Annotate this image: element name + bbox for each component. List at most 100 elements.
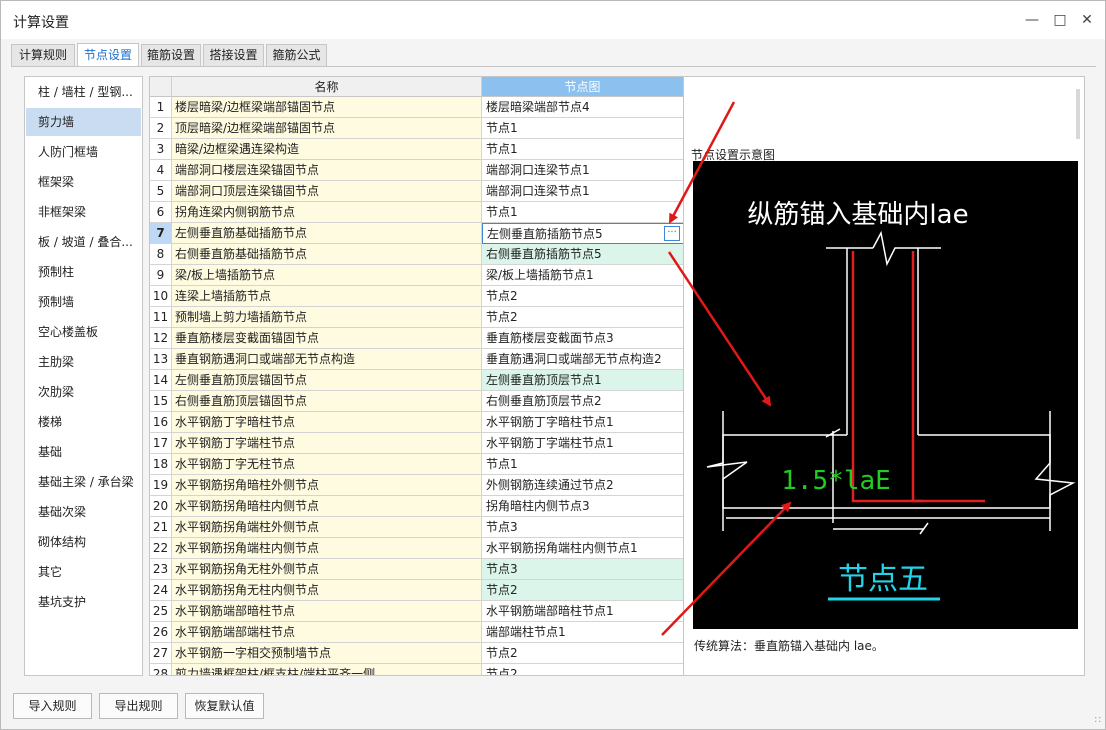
- table-row[interactable]: 8 右侧垂直筋基础插筋节点 右侧垂直筋插筋节点5: [150, 244, 683, 265]
- table-row[interactable]: 22 水平钢筋拐角端柱内侧节点 水平钢筋拐角端柱内侧节点1: [150, 538, 683, 559]
- row-node-cell[interactable]: 节点1: [482, 118, 683, 139]
- row-node-cell[interactable]: 外侧钢筋连续通过节点2: [482, 475, 683, 496]
- sidebar-item[interactable]: 框架梁: [26, 168, 141, 196]
- table-row[interactable]: 21 水平钢筋拐角端柱外侧节点 节点3: [150, 517, 683, 538]
- sidebar-item[interactable]: 非框架梁: [26, 198, 141, 226]
- sidebar-item[interactable]: 主肋梁: [26, 348, 141, 376]
- row-name-cell: 连梁上墙插筋节点: [172, 286, 482, 307]
- row-node-cell[interactable]: 节点2: [482, 664, 683, 675]
- export-rules-button[interactable]: 导出规则: [99, 693, 178, 719]
- table-row[interactable]: 10 连梁上墙插筋节点 节点2: [150, 286, 683, 307]
- table-row[interactable]: 15 右侧垂直筋顶层锚固节点 右侧垂直筋顶层节点2: [150, 391, 683, 412]
- table-row[interactable]: 25 水平钢筋端部暗柱节点 水平钢筋端部暗柱节点1: [150, 601, 683, 622]
- row-node-cell[interactable]: 拐角暗柱内侧节点3: [482, 496, 683, 517]
- table-row[interactable]: 9 梁/板上墙插筋节点 梁/板上墙插筋节点1: [150, 265, 683, 286]
- row-index: 20: [150, 496, 172, 517]
- row-node-cell[interactable]: 垂直筋遇洞口或端部无节点构造2: [482, 349, 683, 370]
- table-row[interactable]: 7 左侧垂直筋基础插筋节点 左侧垂直筋插筋节点5 ···: [150, 223, 683, 244]
- row-node-cell[interactable]: 节点1: [482, 139, 683, 160]
- row-node-cell[interactable]: 端部端柱节点1: [482, 622, 683, 643]
- minimize-icon[interactable]: —: [1021, 9, 1043, 31]
- sidebar-item[interactable]: 楼梯: [26, 408, 141, 436]
- row-index: 1: [150, 97, 172, 118]
- row-node-cell[interactable]: 楼层暗梁端部节点4: [482, 97, 683, 118]
- resize-grip-icon[interactable]: ∷: [1095, 715, 1101, 726]
- table-row[interactable]: 4 端部洞口楼层连梁锚固节点 端部洞口连梁节点1: [150, 160, 683, 181]
- row-node-cell[interactable]: 节点3: [482, 559, 683, 580]
- row-node-cell[interactable]: 端部洞口连梁节点1: [482, 160, 683, 181]
- table-row[interactable]: 26 水平钢筋端部端柱节点 端部端柱节点1: [150, 622, 683, 643]
- table-row[interactable]: 6 拐角连梁内侧钢筋节点 节点1: [150, 202, 683, 223]
- table-row[interactable]: 12 垂直筋楼层变截面锚固节点 垂直筋楼层变截面节点3: [150, 328, 683, 349]
- sidebar-item[interactable]: 基础次梁: [26, 498, 141, 526]
- row-node-cell[interactable]: 节点1: [482, 202, 683, 223]
- table-row[interactable]: 17 水平钢筋丁字端柱节点 水平钢筋丁字端柱节点1: [150, 433, 683, 454]
- row-name-cell: 水平钢筋拐角暗柱内侧节点: [172, 496, 482, 517]
- sidebar-item[interactable]: 预制柱: [26, 258, 141, 286]
- table-row[interactable]: 13 垂直钢筋遇洞口或端部无节点构造 垂直筋遇洞口或端部无节点构造2: [150, 349, 683, 370]
- close-icon[interactable]: ✕: [1076, 9, 1098, 31]
- preview-scrollbar[interactable]: [1076, 89, 1080, 139]
- tab-node-settings[interactable]: 节点设置: [77, 43, 139, 67]
- sidebar-item[interactable]: 基础: [26, 438, 141, 466]
- sidebar-item[interactable]: 基础主梁 / 承台梁: [26, 468, 141, 496]
- row-node-cell[interactable]: 右侧垂直筋插筋节点5: [482, 244, 683, 265]
- table-row[interactable]: 3 暗梁/边框梁遇连梁构造 节点1: [150, 139, 683, 160]
- table-row[interactable]: 18 水平钢筋丁字无柱节点 节点1: [150, 454, 683, 475]
- sidebar-item[interactable]: 人防门框墙: [26, 138, 141, 166]
- row-index: 25: [150, 601, 172, 622]
- table-row[interactable]: 5 端部洞口顶层连梁锚固节点 端部洞口连梁节点1: [150, 181, 683, 202]
- table-row[interactable]: 28 剪力墙遇框架柱/框支柱/端柱平齐一侧 节点2: [150, 664, 683, 675]
- tab-stirrup-formula[interactable]: 箍筋公式: [266, 44, 327, 66]
- sidebar-item[interactable]: 预制墙: [26, 288, 141, 316]
- sidebar-item[interactable]: 剪力墙: [26, 108, 141, 136]
- tab-stirrup-settings[interactable]: 箍筋设置: [141, 44, 201, 66]
- table-row[interactable]: 11 预制墙上剪力墙插筋节点 节点2: [150, 307, 683, 328]
- row-node-cell[interactable]: 垂直筋楼层变截面节点3: [482, 328, 683, 349]
- table-row[interactable]: 27 水平钢筋一字相交预制墙节点 节点2: [150, 643, 683, 664]
- tab-lap-settings[interactable]: 搭接设置: [203, 44, 264, 66]
- row-node-cell[interactable]: 节点2: [482, 580, 683, 601]
- import-rules-button[interactable]: 导入规则: [13, 693, 92, 719]
- table-row[interactable]: 14 左侧垂直筋顶层锚固节点 左侧垂直筋顶层节点1: [150, 370, 683, 391]
- table-row[interactable]: 20 水平钢筋拐角暗柱内侧节点 拐角暗柱内侧节点3: [150, 496, 683, 517]
- row-index: 21: [150, 517, 172, 538]
- row-node-cell[interactable]: 水平钢筋端部暗柱节点1: [482, 601, 683, 622]
- row-node-cell[interactable]: 节点1: [482, 454, 683, 475]
- sidebar-item[interactable]: 基坑支护: [26, 588, 141, 616]
- table-row[interactable]: 2 顶层暗梁/边框梁端部锚固节点 节点1: [150, 118, 683, 139]
- row-node-cell[interactable]: 左侧垂直筋顶层节点1: [482, 370, 683, 391]
- sidebar-item[interactable]: 砌体结构: [26, 528, 141, 556]
- row-node-cell[interactable]: 梁/板上墙插筋节点1: [482, 265, 683, 286]
- tab-calc-rules[interactable]: 计算规则: [11, 44, 75, 66]
- row-node-cell[interactable]: 节点2: [482, 307, 683, 328]
- ellipsis-icon[interactable]: ···: [664, 226, 680, 241]
- table-row[interactable]: 16 水平钢筋丁字暗柱节点 水平钢筋丁字暗柱节点1: [150, 412, 683, 433]
- header-node[interactable]: 节点图: [482, 77, 683, 97]
- row-node-cell[interactable]: 水平钢筋丁字暗柱节点1: [482, 412, 683, 433]
- row-node-value: 右侧垂直筋插筋节点5: [486, 247, 602, 261]
- row-node-value: 端部端柱节点1: [486, 625, 566, 639]
- sidebar-item[interactable]: 柱 / 墙柱 / 型钢...: [26, 78, 141, 106]
- row-node-cell[interactable]: 水平钢筋丁字端柱节点1: [482, 433, 683, 454]
- row-node-cell[interactable]: 右侧垂直筋顶层节点2: [482, 391, 683, 412]
- row-node-cell[interactable]: 左侧垂直筋插筋节点5 ···: [482, 223, 683, 244]
- row-node-value: 楼层暗梁端部节点4: [486, 100, 590, 114]
- header-name[interactable]: 名称: [172, 77, 482, 97]
- sidebar-item[interactable]: 其它: [26, 558, 141, 586]
- row-node-cell[interactable]: 节点3: [482, 517, 683, 538]
- table-row[interactable]: 19 水平钢筋拐角暗柱外侧节点 外侧钢筋连续通过节点2: [150, 475, 683, 496]
- restore-defaults-button[interactable]: 恢复默认值: [185, 693, 264, 719]
- row-node-cell[interactable]: 端部洞口连梁节点1: [482, 181, 683, 202]
- maximize-icon[interactable]: □: [1049, 9, 1071, 31]
- table-row[interactable]: 23 水平钢筋拐角无柱外侧节点 节点3: [150, 559, 683, 580]
- row-node-cell[interactable]: 节点2: [482, 643, 683, 664]
- row-index: 26: [150, 622, 172, 643]
- sidebar-item[interactable]: 板 / 坡道 / 叠合...: [26, 228, 141, 256]
- sidebar-item[interactable]: 空心楼盖板: [26, 318, 141, 346]
- table-row[interactable]: 1 楼层暗梁/边框梁端部锚固节点 楼层暗梁端部节点4: [150, 97, 683, 118]
- sidebar-item[interactable]: 次肋梁: [26, 378, 141, 406]
- row-node-cell[interactable]: 水平钢筋拐角端柱内侧节点1: [482, 538, 683, 559]
- row-node-cell[interactable]: 节点2: [482, 286, 683, 307]
- table-row[interactable]: 24 水平钢筋拐角无柱内侧节点 节点2: [150, 580, 683, 601]
